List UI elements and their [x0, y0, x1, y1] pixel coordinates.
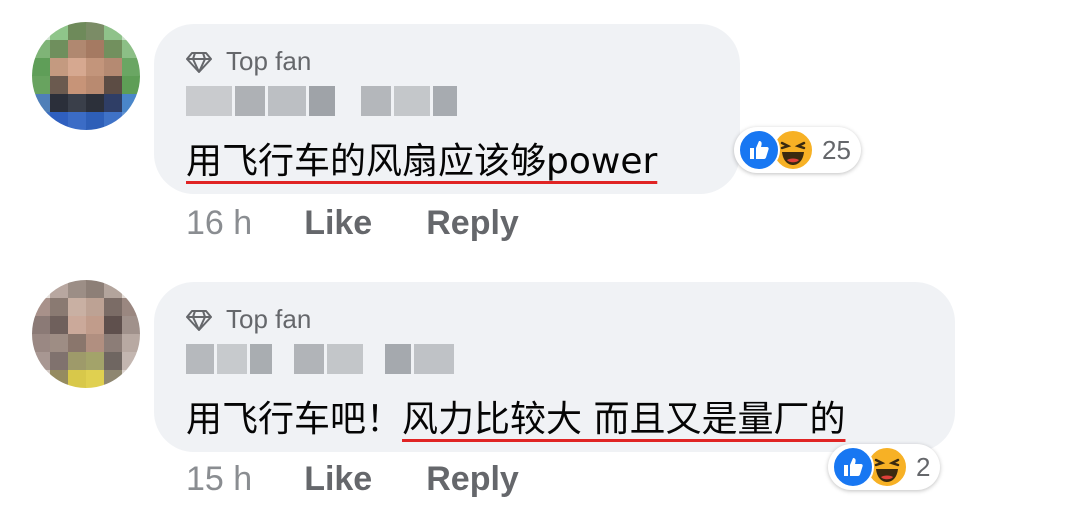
reaction-summary[interactable]: 2 [828, 444, 941, 490]
like-button[interactable]: Like [304, 204, 372, 243]
top-fan-badge: Top fan [186, 304, 311, 335]
underlined-text: 用飞行车的风扇应该够power [186, 141, 658, 182]
comment-bubble: Top fan 用飞行车吧！风力比较大 而且又是量厂的 [154, 282, 955, 452]
reaction-count: 2 [916, 451, 931, 482]
comment-actions: 15 h Like Reply [186, 460, 519, 499]
like-reaction-icon [738, 129, 780, 171]
commenter-name[interactable] [186, 86, 457, 116]
top-fan-badge: Top fan [186, 46, 311, 77]
diamond-icon [186, 51, 212, 73]
badge-label: Top fan [226, 304, 312, 334]
timestamp[interactable]: 15 h [186, 460, 252, 499]
comment-actions: 16 h Like Reply [186, 204, 519, 243]
comment-text: 用飞行车的风扇应该够power [186, 132, 657, 184]
reaction-summary[interactable]: 25 [734, 127, 861, 173]
like-reaction-icon [832, 446, 874, 488]
commenter-name[interactable] [186, 344, 454, 374]
reply-button[interactable]: Reply [426, 460, 519, 499]
diamond-icon [186, 309, 212, 331]
avatar[interactable] [32, 280, 140, 388]
comment-text: 用飞行车吧！风力比较大 而且又是量厂的 [186, 399, 846, 440]
avatar[interactable] [32, 22, 140, 130]
comment-bubble: Top fan 用飞行车的风扇应该够power [154, 24, 740, 194]
timestamp[interactable]: 16 h [186, 204, 252, 243]
reaction-count: 25 [822, 134, 851, 165]
underlined-text: 风力比较大 而且又是量厂的 [402, 399, 846, 440]
badge-label: Top fan [226, 46, 312, 76]
reply-button[interactable]: Reply [426, 204, 519, 243]
like-button[interactable]: Like [304, 460, 372, 499]
